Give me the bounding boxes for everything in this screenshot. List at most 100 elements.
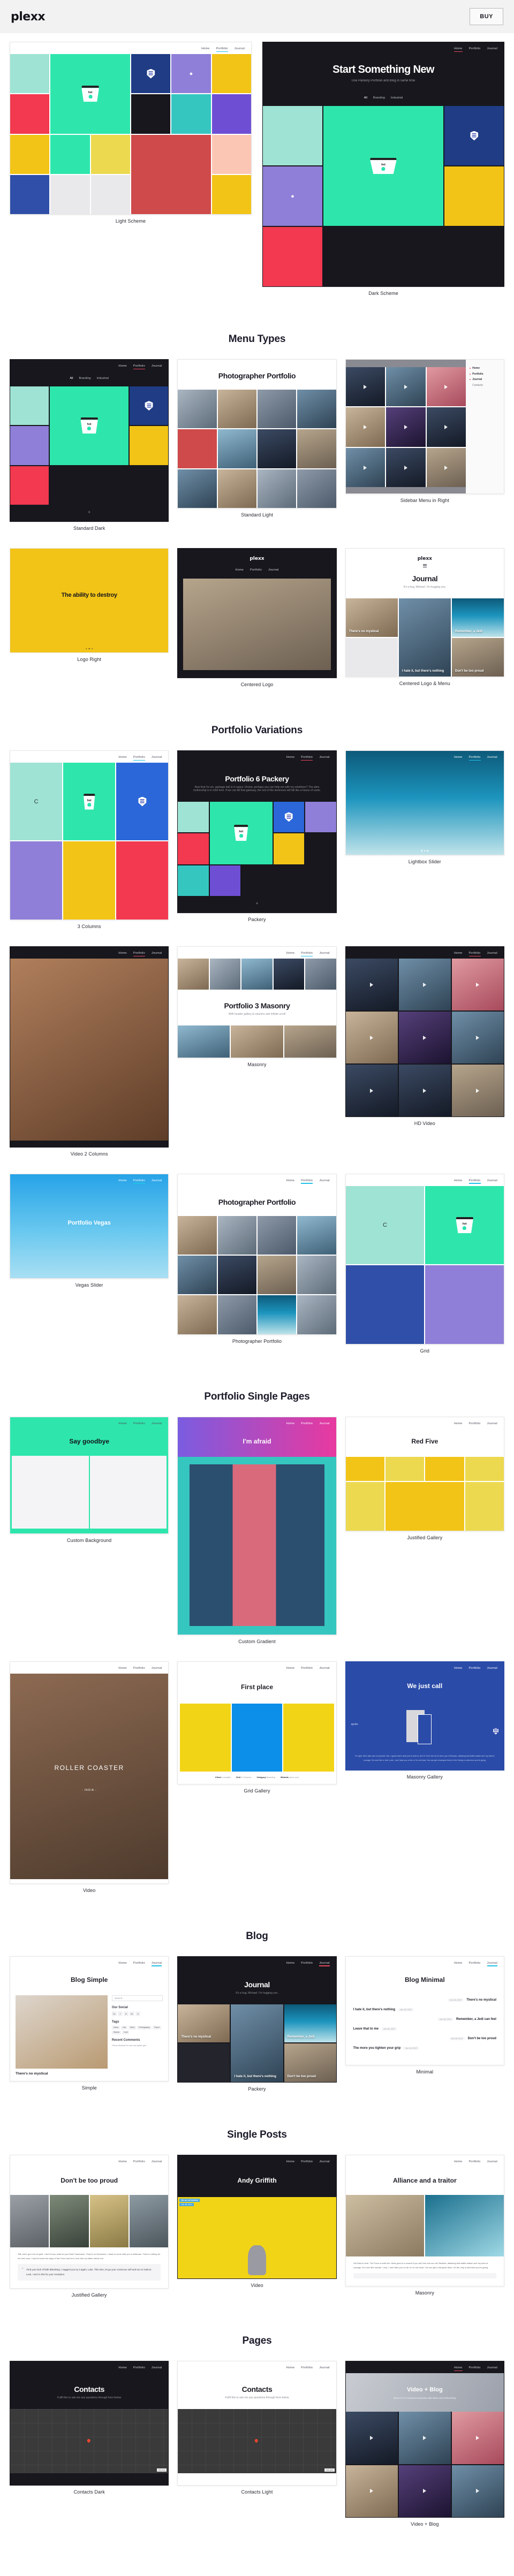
card-vegas-slider[interactable]: Home Portfolio Journal Portfolio Vegas V… xyxy=(10,1173,169,1363)
nav-item-journal[interactable]: Journal xyxy=(319,2160,329,2163)
nav-item-home[interactable]: Home xyxy=(454,756,462,759)
nav-item-journal[interactable]: Journal xyxy=(319,1179,329,1182)
hero-image[interactable] xyxy=(183,579,331,670)
post-title[interactable]: Remember, a Jedi can feel xyxy=(456,2018,496,2021)
nav-item-portfolio[interactable]: Portfolio xyxy=(469,1962,481,1965)
nav-item-portfolio[interactable]: Portfolio xyxy=(468,1179,481,1184)
hero-banner[interactable]: Video + Blog Based it is 3 columns showc… xyxy=(345,2373,504,2412)
preview[interactable]: Home Portfolio Journal Red Five xyxy=(345,1417,504,1531)
tile[interactable] xyxy=(398,959,451,1011)
tile[interactable] xyxy=(465,1481,504,1531)
preview[interactable]: Home Portfolio Journal Blog Minimal Jun … xyxy=(345,1956,504,2065)
list-item[interactable]: Leave that to me Jun 18, 2017 xyxy=(353,2027,496,2031)
tile[interactable] xyxy=(451,959,504,1011)
preview[interactable]: Home Portfolio Journal Video + Blog Base… xyxy=(345,2361,504,2518)
mini-nav[interactable]: Home Portfolio Journal xyxy=(10,1417,168,1429)
tile[interactable] xyxy=(425,1265,504,1344)
sidebar-menu[interactable]: Home Portfolio Journal Contacts xyxy=(466,360,504,494)
tile[interactable]: I hate it, but there's nothing xyxy=(231,2004,283,2083)
tag[interactable]: Work xyxy=(128,2025,137,2030)
nav-item-journal[interactable]: Journal xyxy=(319,1667,329,1670)
tile[interactable] xyxy=(217,429,256,468)
tile[interactable] xyxy=(257,1256,297,1295)
card-custom-gradient[interactable]: Home Portfolio Journal I'm afraid Custom… xyxy=(177,1417,337,1654)
tile[interactable] xyxy=(50,134,90,174)
post-image[interactable] xyxy=(16,1995,108,2069)
nav-item-journal[interactable]: Journal xyxy=(487,2160,497,2163)
nav-item-home[interactable]: Home xyxy=(118,2366,126,2369)
nav-item-home[interactable]: Home xyxy=(454,952,462,955)
nav-item-journal[interactable]: Journal xyxy=(487,2366,497,2369)
mini-nav[interactable]: Home Portfolio Journal xyxy=(178,2155,336,2167)
filter-industrial[interactable]: Industrial xyxy=(391,96,403,100)
tile[interactable] xyxy=(345,959,398,1011)
tile-featured[interactable]: hot xyxy=(50,386,128,465)
card-justified-gallery[interactable]: Home Portfolio Journal Red Five Justifie… xyxy=(345,1417,504,1654)
tile[interactable] xyxy=(345,1012,398,1064)
tile[interactable] xyxy=(116,841,169,920)
nav-item-journal[interactable]: Journal xyxy=(151,1962,162,1966)
list-item[interactable]: Jun 18, 2017 Don't be too proud xyxy=(353,2037,496,2040)
card-packery[interactable]: Home Portfolio Journal Portfolio 6 Packe… xyxy=(177,750,337,939)
video-hero[interactable]: ROLLER COASTER - INDIA - xyxy=(10,1673,169,1879)
tile[interactable] xyxy=(209,959,241,990)
tile[interactable] xyxy=(345,367,386,407)
tile[interactable]: hot xyxy=(63,762,116,841)
preview[interactable]: Home Portfolio Journal Blog Simple There… xyxy=(10,1956,169,2081)
card-logo-right[interactable]: The ability to destroy Logo Right xyxy=(10,548,169,697)
tile[interactable] xyxy=(209,865,241,896)
tile[interactable] xyxy=(263,227,322,286)
tile[interactable] xyxy=(451,2465,504,2517)
nav-item-journal[interactable]: Journal xyxy=(152,364,162,368)
tag[interactable]: Cold xyxy=(122,2030,130,2034)
slider-dots[interactable] xyxy=(421,850,429,852)
tile[interactable] xyxy=(385,1481,464,1531)
tile[interactable] xyxy=(345,1457,384,1481)
nav-item-home[interactable]: Home xyxy=(286,1179,294,1182)
tile[interactable] xyxy=(345,2412,398,2464)
mini-nav[interactable]: Home Portfolio Journal xyxy=(346,1957,504,1969)
mini-nav[interactable]: Home Portfolio Journal xyxy=(346,1417,504,1429)
card-standard-light[interactable]: Photographer Portfolio Standard Light xyxy=(177,359,337,541)
nav-item-journal[interactable]: Journal xyxy=(268,568,278,572)
filter-branding[interactable]: Branding xyxy=(79,377,91,380)
tile[interactable] xyxy=(50,175,90,215)
tile[interactable] xyxy=(178,429,217,468)
tile[interactable] xyxy=(451,1065,504,1117)
preview[interactable]: Home Portfolio Journal First place Clien… xyxy=(177,1661,337,1785)
mini-nav[interactable]: Home Portfolio Journal xyxy=(178,2361,336,2373)
tile[interactable] xyxy=(398,2412,451,2464)
nav-item-home[interactable]: Home xyxy=(286,1962,294,1965)
video-area[interactable]: We Are All Addicts Jun 18, 2017 xyxy=(178,2197,336,2279)
tile[interactable] xyxy=(178,1295,217,1334)
tile[interactable] xyxy=(273,801,305,833)
mini-nav[interactable]: Home Portfolio Journal xyxy=(10,1174,168,1186)
tile[interactable] xyxy=(241,959,273,990)
tile[interactable]: Remember, a Jedi xyxy=(284,2004,336,2043)
preview[interactable]: Home Portfolio Journal Andy Griffith We … xyxy=(177,2155,337,2279)
list-item[interactable]: Jun 18, 2017 There's no mystical xyxy=(353,1998,496,2002)
tag[interactable]: Photography xyxy=(137,2025,152,2030)
tile[interactable] xyxy=(10,466,49,505)
preview[interactable]: Home Portfolio Journal Don't be too prou… xyxy=(10,2155,169,2289)
sidebar-item-home[interactable]: Home xyxy=(470,366,500,371)
preview[interactable]: Home Portfolio Journal xyxy=(345,946,504,1118)
tile[interactable] xyxy=(305,833,336,864)
nav-item-home[interactable]: Home xyxy=(454,2366,463,2372)
nav-item-journal[interactable]: Journal xyxy=(152,2160,162,2163)
mini-nav[interactable]: Home Portfolio Journal xyxy=(10,42,251,54)
nav-item-journal[interactable]: Journal xyxy=(152,1422,162,1425)
tile[interactable] xyxy=(10,386,49,425)
card-centered-logo-menu[interactable]: plexx Journal It's a hug, Michael. I'm h… xyxy=(345,548,504,697)
tile[interactable] xyxy=(273,959,305,990)
post-title[interactable]: There's no mystical xyxy=(466,1999,496,2002)
preview[interactable]: Home Portfolio Journal Photographer Port… xyxy=(177,1173,337,1335)
sidebar-item-contacts[interactable]: Contacts xyxy=(470,383,500,389)
tile[interactable] xyxy=(211,134,251,174)
tile[interactable] xyxy=(178,833,209,864)
list-item[interactable]: The more you tighten your grip Jun 18, 20… xyxy=(353,2046,496,2050)
tile[interactable] xyxy=(426,407,466,447)
search-input[interactable]: Search... xyxy=(111,1995,163,2001)
mini-nav[interactable]: Home Portfolio Journal xyxy=(10,751,168,763)
tile[interactable] xyxy=(297,1295,336,1334)
